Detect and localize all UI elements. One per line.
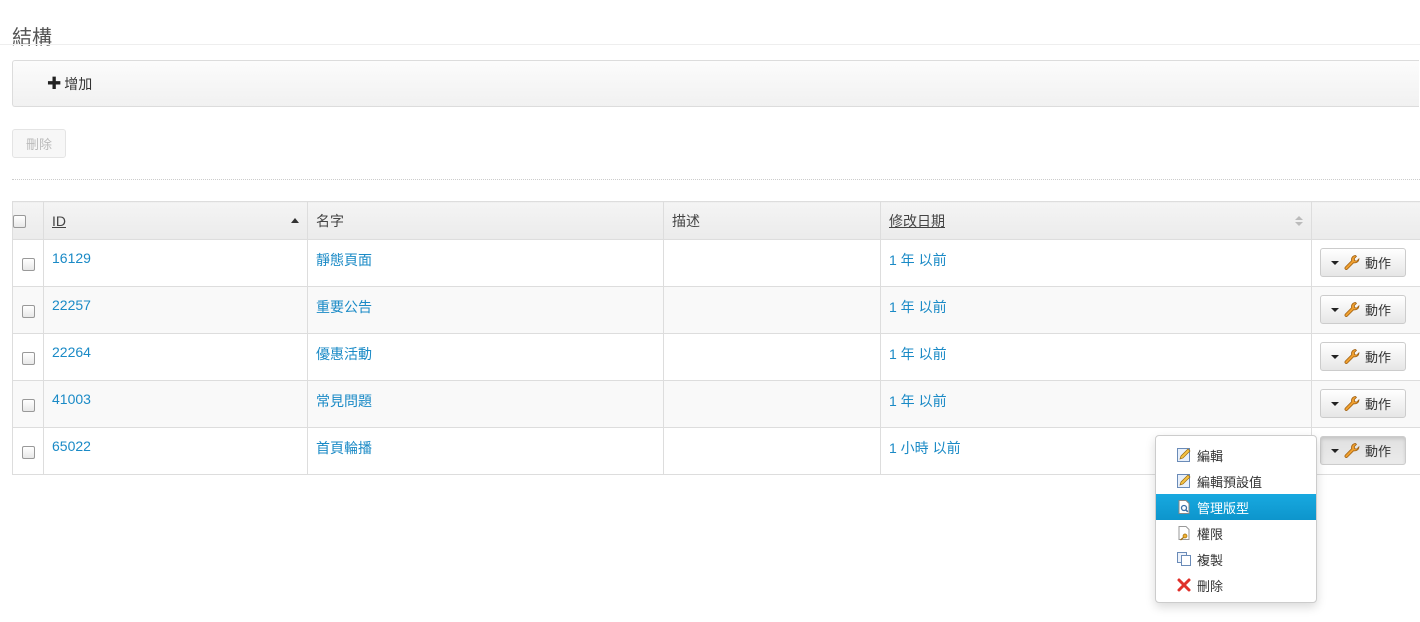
select-all-header [12, 201, 44, 240]
plus-icon: ✚ [47, 73, 62, 93]
row-checkbox[interactable] [21, 258, 35, 271]
toolbar: ✚ 增加 [12, 60, 1419, 107]
caret-down-icon [1331, 260, 1339, 265]
key-page-icon [1178, 526, 1190, 541]
edit-icon [1177, 474, 1191, 488]
wrench-icon [1344, 254, 1360, 270]
menu-item-manage-templates[interactable]: 管理版型 [1156, 494, 1316, 520]
actions-button[interactable]: 動作 [1320, 436, 1406, 465]
edit-icon [1177, 448, 1191, 462]
row-checkbox[interactable] [21, 399, 35, 412]
actions-label: 動作 [1365, 256, 1392, 271]
menu-item-label: 權限 [1197, 526, 1224, 542]
add-button[interactable]: ✚ 增加 [47, 74, 92, 94]
row-name-link[interactable]: 重要公告 [316, 299, 372, 315]
row-checkbox[interactable] [21, 352, 35, 365]
row-modified-link[interactable]: 1 年 以前 [889, 346, 947, 362]
sort-ascending-icon [291, 218, 299, 223]
page-title: 結構 [12, 27, 52, 50]
wrench-icon [1344, 348, 1360, 364]
id-sort-link[interactable]: ID [52, 213, 66, 229]
copy-icon [1177, 552, 1191, 566]
column-header-id[interactable]: ID [43, 201, 308, 240]
wrench-icon [1344, 301, 1360, 317]
title-divider [0, 44, 1420, 45]
actions-button[interactable]: 動作 [1320, 295, 1406, 324]
row-description [663, 380, 881, 428]
actions-dropdown-menu: 編輯 編輯預設值 管理版型 權限 複製 刪除 [1155, 435, 1317, 603]
delete-button[interactable]: 刪除 [12, 129, 66, 158]
row-id-link[interactable]: 22257 [52, 297, 91, 313]
actions-label: 動作 [1365, 350, 1392, 365]
row-name-link[interactable]: 靜態頁面 [316, 252, 372, 268]
row-checkbox[interactable] [21, 305, 35, 318]
caret-down-icon [1331, 448, 1339, 453]
row-id-link[interactable]: 65022 [52, 438, 91, 454]
row-id-link[interactable]: 16129 [52, 250, 91, 266]
actions-button[interactable]: 動作 [1320, 389, 1406, 418]
caret-down-icon [1331, 307, 1339, 312]
menu-item-label: 管理版型 [1197, 500, 1250, 516]
menu-item-permissions[interactable]: 權限 [1156, 520, 1316, 546]
table-row: 22264 優惠活動 1 年 以前 動作 [12, 333, 1420, 381]
row-modified-link[interactable]: 1 年 以前 [889, 299, 947, 315]
menu-item-label: 編輯預設值 [1197, 474, 1263, 490]
row-name-link[interactable]: 優惠活動 [316, 346, 372, 362]
caret-down-icon [1331, 401, 1339, 406]
wrench-icon [1344, 395, 1360, 411]
row-description [663, 333, 881, 381]
table-header-row: ID 名字 描述 修改日期 [12, 201, 1420, 240]
menu-item-delete[interactable]: 刪除 [1156, 572, 1316, 598]
column-header-description: 描述 [663, 201, 881, 240]
select-all-checkbox[interactable] [13, 215, 26, 229]
actions-label: 動作 [1365, 303, 1392, 318]
row-modified-link[interactable]: 1 年 以前 [889, 252, 947, 268]
row-description [663, 286, 881, 334]
row-modified-link[interactable]: 1 小時 以前 [889, 440, 961, 456]
row-name-link[interactable]: 首頁輪播 [316, 440, 372, 456]
table-row: 16129 靜態頁面 1 年 以前 動作 [12, 239, 1420, 287]
actions-button[interactable]: 動作 [1320, 248, 1406, 277]
menu-item-label: 刪除 [1197, 578, 1224, 594]
sortable-icon [1295, 216, 1303, 228]
add-label: 增加 [64, 76, 93, 92]
menu-item-label: 編輯 [1197, 448, 1224, 464]
divider [12, 179, 1420, 180]
caret-down-icon [1331, 354, 1339, 359]
column-header-actions [1311, 201, 1420, 240]
actions-label: 動作 [1365, 444, 1392, 459]
row-name-link[interactable]: 常見問題 [316, 393, 372, 409]
menu-item-edit[interactable]: 編輯 [1156, 442, 1316, 468]
wrench-icon [1344, 442, 1360, 458]
menu-item-copy[interactable]: 複製 [1156, 546, 1316, 572]
menu-item-label: 複製 [1197, 552, 1224, 568]
modified-sort-link[interactable]: 修改日期 [889, 213, 945, 229]
row-id-link[interactable]: 22264 [52, 344, 91, 360]
row-modified-link[interactable]: 1 年 以前 [889, 393, 947, 409]
row-id-link[interactable]: 41003 [52, 391, 91, 407]
row-checkbox[interactable] [21, 446, 35, 459]
menu-item-edit-defaults[interactable]: 編輯預設值 [1156, 468, 1316, 494]
column-header-name: 名字 [307, 201, 664, 240]
structures-table: ID 名字 描述 修改日期 16129 靜態頁面 1 年 以前 動作 22257… [12, 201, 1420, 475]
table-row: 41003 常見問題 1 年 以前 動作 [12, 380, 1420, 428]
actions-label: 動作 [1365, 397, 1392, 412]
row-description [663, 239, 881, 287]
column-header-modified[interactable]: 修改日期 [880, 201, 1312, 240]
row-description [663, 427, 881, 475]
actions-button[interactable]: 動作 [1320, 342, 1406, 371]
table-row: 22257 重要公告 1 年 以前 動作 [12, 286, 1420, 334]
page-search-icon [1178, 500, 1190, 514]
delete-x-icon [1177, 578, 1191, 592]
